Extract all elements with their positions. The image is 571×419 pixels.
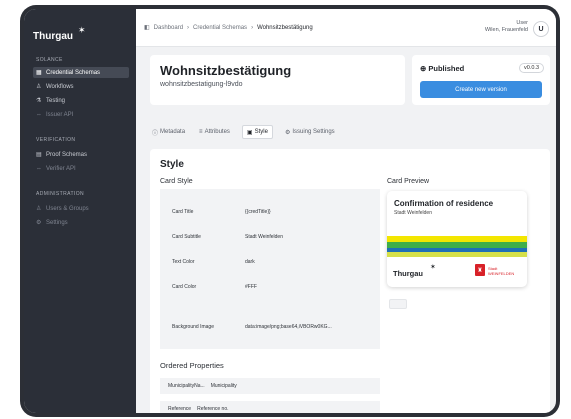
tab-label: Issuing Settings	[292, 129, 335, 135]
sidebar-item-label: Verifier API	[46, 165, 76, 172]
grid-icon: ▦	[36, 70, 42, 76]
style-row-value: dark	[245, 259, 255, 265]
tab-issuing-settings[interactable]: ⚙ Issuing Settings	[283, 125, 337, 139]
style-row-value: data:image/png;base64,iVBORw0KG...	[245, 324, 332, 330]
sidebar-item-label: Issuer API	[46, 111, 74, 118]
style-icon: ▣	[246, 129, 253, 136]
property-value: Reference no.	[197, 406, 229, 412]
attributes-icon: ≡	[199, 129, 203, 135]
style-row-value: {{credTitle}}	[245, 209, 271, 215]
logo-mark-icon: ✶	[78, 25, 86, 35]
info-icon: ⓘ	[152, 130, 159, 137]
preview-subtitle: Stadt Weinfelden	[394, 210, 432, 216]
nav-heading-verification: VERIFICATION	[36, 137, 76, 143]
nav-heading-issuance: SOLANCE	[36, 57, 63, 63]
users-icon: ♙	[36, 206, 42, 212]
property-value: Municipality	[210, 383, 237, 389]
status-label: Published	[428, 64, 465, 73]
chevron-right-icon: ›	[251, 24, 254, 31]
app-screen: Thurgau ✶ SOLANCE ▦ Credential Schemas ♙…	[24, 9, 556, 413]
sidebar-item-label: Workflows	[46, 83, 74, 90]
logo: Thurgau	[33, 31, 73, 42]
user-info[interactable]: User Wilen, Frauenfeld	[485, 20, 528, 34]
test-icon: ⚗	[36, 98, 42, 104]
style-row-value: #FFF	[245, 284, 257, 290]
sidebar-item-proof-schemas[interactable]: ▤ Proof Schemas	[33, 149, 129, 160]
list-item: Reference Reference no.	[160, 401, 380, 413]
style-row-label: Text Color	[172, 259, 195, 265]
card-preview: Confirmation of residence Stadt Weinfeld…	[387, 191, 527, 287]
main-area: ◧ Dashboard › Credential Schemas › Wohns…	[136, 9, 556, 413]
style-row-label: Background Image	[172, 324, 214, 330]
property-key: Reference	[168, 406, 192, 412]
user-icon: ♙	[36, 84, 42, 90]
sidebar-item-label: Settings	[46, 219, 68, 226]
document-icon: ▤	[36, 152, 42, 158]
create-new-version-button[interactable]: Create new version	[420, 81, 542, 98]
tab-label: Attributes	[204, 129, 230, 135]
chevron-right-icon: ›	[187, 24, 190, 31]
link-icon: ⇔	[36, 165, 42, 172]
crest-icon: ♜	[475, 264, 485, 276]
link-icon: ⇔	[36, 111, 42, 118]
preview-toggle-chip[interactable]	[389, 299, 407, 309]
sidebar-toggle-icon[interactable]: ◧	[144, 24, 150, 31]
ordered-properties-heading: Ordered Properties	[160, 361, 224, 370]
sidebar-item-issuer-api[interactable]: ⇔ Issuer API	[33, 109, 129, 120]
publish-card: ⊕ Published v0.0.3 Create new version	[412, 55, 550, 105]
tab-bar: ⓘ Metadata ≡ Attributes ▣ Style ⚙ Issuin…	[150, 125, 337, 139]
style-row-label: Card Color	[172, 284, 197, 290]
style-row-label: Card Title	[172, 209, 194, 215]
breadcrumb-credential-schemas[interactable]: Credential Schemas	[193, 25, 247, 31]
property-key: MunicipalityNa...	[168, 383, 205, 389]
topbar: ◧ Dashboard › Credential Schemas › Wohns…	[136, 9, 556, 47]
sidebar-item-label: Credential Schemas	[46, 69, 101, 76]
sidebar-item-workflows[interactable]: ♙ Workflows	[33, 81, 129, 92]
sidebar-item-credential-schemas[interactable]: ▦ Credential Schemas	[33, 67, 129, 78]
sidebar-item-label: Testing	[46, 97, 66, 104]
breadcrumb: ◧ Dashboard › Credential Schemas › Wohns…	[144, 24, 313, 32]
schema-slug: wohnsitzbestatigung-l9vdo	[160, 81, 243, 88]
section-title: Style	[160, 159, 184, 170]
preview-stripe-lime	[387, 252, 527, 257]
tab-label: Metadata	[160, 129, 186, 135]
settings-icon: ⚙	[284, 129, 291, 136]
sidebar-item-verifier-api[interactable]: ⇔ Verifier API	[33, 163, 129, 174]
crest-label-line: WEINFELDEN	[488, 271, 515, 276]
tab-metadata[interactable]: ⓘ Metadata	[150, 125, 187, 139]
schema-title-card: Wohnsitzbestätigung wohnsitzbestatigung-…	[150, 55, 405, 105]
breadcrumb-current: Wohnsitzbestätigung	[257, 24, 313, 31]
style-panel: Style Card Style Card Preview Card Title…	[150, 149, 550, 413]
sidebar: Thurgau ✶ SOLANCE ▦ Credential Schemas ♙…	[24, 9, 136, 413]
user-org: Wilen, Frauenfeld	[484, 27, 528, 33]
tab-style[interactable]: ▣ Style	[241, 125, 273, 139]
card-preview-heading: Card Preview	[387, 178, 430, 185]
sidebar-item-users-groups[interactable]: ♙ Users & Groups	[33, 203, 129, 214]
avatar[interactable]: U	[533, 21, 549, 37]
status-badge: ⊕ Published	[420, 64, 464, 73]
card-style-table: Card Title {{credTitle}} Card Subtitle S…	[160, 189, 380, 349]
list-item: MunicipalityNa... Municipality	[160, 378, 380, 394]
sidebar-item-label: Users & Groups	[46, 205, 89, 212]
preview-brand-mark-icon: ✶	[430, 264, 436, 271]
card-style-heading: Card Style	[160, 178, 193, 185]
version-badge: v0.0.3	[519, 63, 544, 73]
gear-icon: ⚙	[36, 220, 42, 226]
style-row-value: Stadt Weinfelden	[245, 234, 283, 240]
page-title: Wohnsitzbestätigung	[160, 63, 292, 78]
tab-attributes[interactable]: ≡ Attributes	[197, 125, 232, 139]
preview-brand: Thurgau	[393, 269, 423, 278]
device-frame: Thurgau ✶ SOLANCE ▦ Credential Schemas ♙…	[20, 5, 560, 417]
style-row-label: Card Subtitle	[172, 234, 201, 240]
sidebar-item-settings[interactable]: ⚙ Settings	[33, 217, 129, 228]
globe-icon: ⊕	[420, 64, 427, 73]
preview-title: Confirmation of residence	[394, 199, 494, 208]
tab-label: Style	[254, 129, 268, 135]
sidebar-item-testing[interactable]: ⚗ Testing	[33, 95, 129, 106]
user-name: User	[516, 20, 528, 26]
crest-label: Stadt WEINFELDEN	[488, 266, 514, 276]
breadcrumb-dashboard[interactable]: Dashboard	[154, 25, 183, 31]
nav-heading-administration: ADMINISTRATION	[36, 191, 85, 197]
sidebar-item-label: Proof Schemas	[46, 151, 88, 158]
